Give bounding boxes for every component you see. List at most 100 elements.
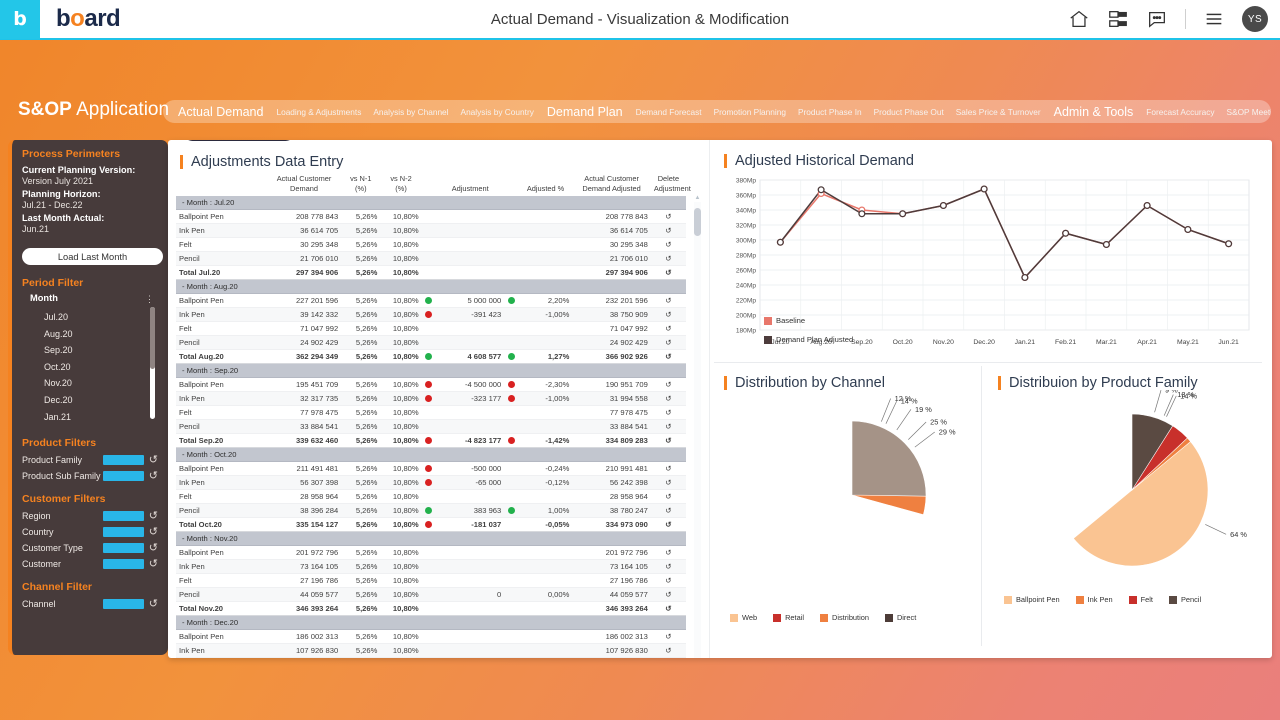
month-option-aug-20[interactable]: Aug.20 [44, 326, 158, 343]
filter-reset-icon[interactable]: ↺ [149, 559, 158, 569]
table-group-row[interactable]: - Month : Sep.20 [176, 364, 686, 378]
filter-selector[interactable] [103, 471, 144, 481]
table-scrollbar[interactable]: ▲ ▼ [694, 202, 701, 658]
nav-item-promotion-planning[interactable]: Promotion Planning [708, 107, 792, 117]
table-group-row[interactable]: - Month : Dec.20 [176, 616, 686, 630]
filter-reset-icon[interactable]: ↺ [149, 543, 158, 553]
legend-item[interactable]: Ballpoint Pen [1004, 595, 1060, 604]
cell-delete-adjustment[interactable]: ↺ [651, 574, 686, 588]
cell-delete-adjustment[interactable]: ↺ [651, 378, 686, 392]
table-row[interactable]: Felt28 958 9645,26%10,80%28 958 964↺ [176, 490, 686, 504]
table-row[interactable]: Total Nov.20346 393 2645,26%10,80%346 39… [176, 602, 686, 616]
table-row[interactable]: Ballpoint Pen186 002 3135,26%10,80%186 0… [176, 630, 686, 644]
nav-item-s-op-meeting[interactable]: S&OP Meeting [1221, 107, 1271, 117]
month-option-nov-20[interactable]: Nov.20 [44, 375, 158, 392]
filter-selector[interactable] [103, 511, 144, 521]
filter-reset-icon[interactable]: ↺ [149, 599, 158, 609]
table-row[interactable]: Ink Pen36 614 7055,26%10,80%36 614 705↺ [176, 224, 686, 238]
month-options-icon[interactable]: ⋮ [145, 294, 154, 305]
table-row[interactable]: Pencil24 902 4295,26%10,80%24 902 429↺ [176, 336, 686, 350]
dashboard-icon[interactable] [1107, 8, 1129, 30]
cell-delete-adjustment[interactable]: ↺ [651, 630, 686, 644]
month-option-dec-20[interactable]: Dec.20 [44, 392, 158, 409]
cell-delete-adjustment[interactable]: ↺ [651, 420, 686, 434]
cell-delete-adjustment[interactable]: ↺ [651, 350, 686, 364]
table-row[interactable]: Ballpoint Pen208 778 8435,26%10,80%208 7… [176, 210, 686, 224]
nav-item-admin-tools[interactable]: Admin & Tools [1047, 105, 1141, 119]
filter-selector[interactable] [103, 527, 144, 537]
cell-delete-adjustment[interactable]: ↺ [651, 406, 686, 420]
cell-delete-adjustment[interactable]: ↺ [651, 238, 686, 252]
table-row[interactable]: Ballpoint Pen195 451 7095,26%10,80%-4 50… [176, 378, 686, 392]
table-row[interactable]: Felt71 047 9925,26%10,80%71 047 992↺ [176, 322, 686, 336]
table-row[interactable]: Pencil38 396 2845,26%10,80%383 9631,00%3… [176, 504, 686, 518]
avatar[interactable]: YS [1242, 6, 1268, 32]
table-group-row[interactable]: - Month : Aug.20 [176, 280, 686, 294]
month-option-sep-20[interactable]: Sep.20 [44, 342, 158, 359]
filter-selector[interactable] [103, 599, 144, 609]
legend-item[interactable]: Web [730, 613, 757, 622]
nav-item-forecast-accuracy[interactable]: Forecast Accuracy [1140, 107, 1220, 117]
table-group-row[interactable]: - Month : Oct.20 [176, 448, 686, 462]
nav-item-analysis-by-channel[interactable]: Analysis by Channel [367, 107, 454, 117]
filter-selector[interactable] [103, 559, 144, 569]
legend-item[interactable]: Direct [885, 613, 916, 622]
cell-delete-adjustment[interactable]: ↺ [651, 518, 686, 532]
table-scrollbar-thumb[interactable] [694, 208, 701, 236]
table-row[interactable]: Felt28 580 9155,26%10,80%28 580 915↺ [176, 658, 686, 659]
cell-delete-adjustment[interactable]: ↺ [651, 210, 686, 224]
month-scrollbar-thumb[interactable] [150, 307, 155, 369]
month-list[interactable]: Jul.20Aug.20Sep.20Oct.20Nov.20Dec.20Jan.… [30, 309, 158, 425]
cell-delete-adjustment[interactable]: ↺ [651, 588, 686, 602]
home-icon[interactable] [1068, 8, 1090, 30]
cell-delete-adjustment[interactable]: ↺ [651, 602, 686, 616]
month-option-oct-20[interactable]: Oct.20 [44, 359, 158, 376]
cell-delete-adjustment[interactable]: ↺ [651, 476, 686, 490]
table-row[interactable]: Felt30 295 3485,26%10,80%30 295 348↺ [176, 238, 686, 252]
month-option-jan-21[interactable]: Jan.21 [44, 409, 158, 426]
table-row[interactable]: Total Oct.20335 154 1275,26%10,80%-181 0… [176, 518, 686, 532]
scroll-up-icon[interactable]: ▲ [694, 195, 701, 201]
nav-item-sales-price-turnover[interactable]: Sales Price & Turnover [950, 107, 1047, 117]
nav-item-actual-demand[interactable]: Actual Demand [171, 105, 270, 119]
cell-delete-adjustment[interactable]: ↺ [651, 434, 686, 448]
filter-selector[interactable] [103, 543, 144, 553]
legend-demand-plan-adjusted[interactable]: Demand Plan Adjusted [764, 335, 853, 344]
cell-delete-adjustment[interactable]: ↺ [651, 462, 686, 476]
cell-delete-adjustment[interactable]: ↺ [651, 252, 686, 266]
table-row[interactable]: Ink Pen107 926 8305,26%10,80%107 926 830… [176, 644, 686, 658]
nav-item-product-phase-out[interactable]: Product Phase Out [868, 107, 950, 117]
table-row[interactable]: Pencil33 884 5415,26%10,80%33 884 541↺ [176, 420, 686, 434]
table-row[interactable]: Pencil44 059 5775,26%10,80%00,00%44 059 … [176, 588, 686, 602]
load-last-month-button[interactable]: Load Last Month [22, 248, 163, 265]
pie-slice[interactable] [852, 421, 926, 496]
nav-item-loading-adjustments[interactable]: Loading & Adjustments [270, 107, 367, 117]
month-option-jul-20[interactable]: Jul.20 [44, 309, 158, 326]
cell-delete-adjustment[interactable]: ↺ [651, 560, 686, 574]
month-scrollbar[interactable] [150, 307, 155, 419]
reset-adjustments-button[interactable]: 🧹 Reset adjustments [183, 140, 295, 141]
table-row[interactable]: Ink Pen56 307 3985,26%10,80%-65 000-0,12… [176, 476, 686, 490]
legend-baseline[interactable]: Baseline [764, 316, 805, 325]
cell-delete-adjustment[interactable]: ↺ [651, 392, 686, 406]
table-row[interactable]: Felt27 196 7865,26%10,80%27 196 786↺ [176, 574, 686, 588]
cell-delete-adjustment[interactable]: ↺ [651, 322, 686, 336]
table-row[interactable]: Pencil21 706 0105,26%10,80%21 706 010↺ [176, 252, 686, 266]
nav-item-demand-forecast[interactable]: Demand Forecast [630, 107, 708, 117]
table-row[interactable]: Ballpoint Pen211 491 4815,26%10,80%-500 … [176, 462, 686, 476]
menu-icon[interactable] [1203, 8, 1225, 30]
cell-delete-adjustment[interactable]: ↺ [651, 644, 686, 658]
filter-selector[interactable] [103, 455, 144, 465]
cell-delete-adjustment[interactable]: ↺ [651, 546, 686, 560]
legend-item[interactable]: Distribution [820, 613, 869, 622]
cell-delete-adjustment[interactable]: ↺ [651, 490, 686, 504]
table-row[interactable]: Felt77 978 4755,26%10,80%77 978 475↺ [176, 406, 686, 420]
nav-item-product-phase-in[interactable]: Product Phase In [792, 107, 868, 117]
legend-item[interactable]: Felt [1129, 595, 1153, 604]
table-group-row[interactable]: - Month : Nov.20 [176, 532, 686, 546]
legend-item[interactable]: Pencil [1169, 595, 1201, 604]
legend-item[interactable]: Retail [773, 613, 804, 622]
filter-reset-icon[interactable]: ↺ [149, 455, 158, 465]
table-group-row[interactable]: - Month : Jul.20 [176, 196, 686, 210]
cell-delete-adjustment[interactable]: ↺ [651, 294, 686, 308]
